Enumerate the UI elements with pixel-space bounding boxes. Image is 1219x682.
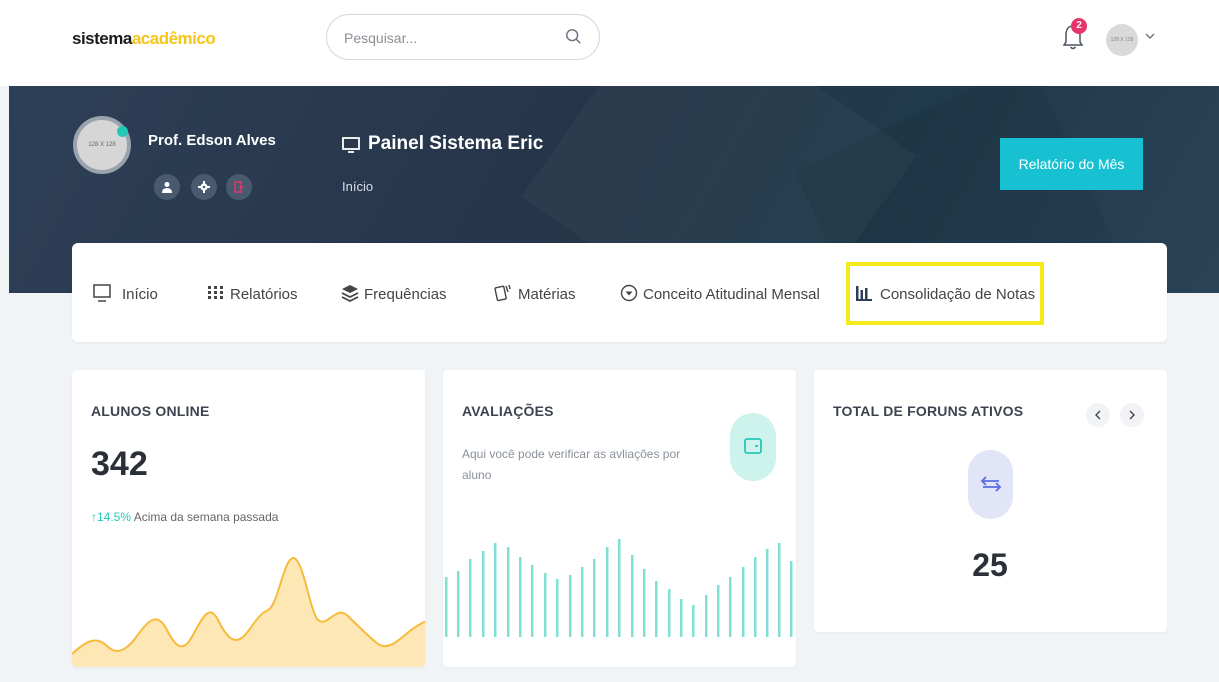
chart-bar [507,547,510,637]
chart-bar [668,589,671,637]
chart-bar [544,573,547,637]
nav-item-consolidacao-notas[interactable]: Consolidação de Notas [854,283,1044,307]
card-title: AVALIAÇÕES [462,403,554,419]
chart-bar [531,565,534,637]
profile-button[interactable] [154,174,180,200]
chart-bar [705,595,708,637]
logo-part-2: acadêmico [131,29,216,48]
chart-bar [618,539,621,637]
page-title-text: Painel Sistema Eric [368,133,544,154]
nav-item-label: Frequências [364,286,447,303]
chart-bar [643,569,646,637]
area-fill [72,557,425,667]
breadcrumb[interactable]: Início [342,179,373,194]
chart-bar [556,579,559,637]
chart-bar [778,543,781,637]
nav-item-label: Início [122,286,158,303]
foruns-count: 25 [972,547,1008,583]
grid-icon [208,286,223,299]
nav-item-label: Matérias [518,286,576,303]
search-icon[interactable] [565,28,583,46]
nav-item-label: Consolidação de Notas [880,286,1036,303]
profile-name: Prof. Edson Alves [148,132,276,149]
bar-chart-icon [856,286,872,301]
monitor-icon [93,284,111,302]
wallet-icon [744,438,762,454]
avaliacoes-bar-chart [445,539,793,637]
nav-item-frequencias[interactable]: Frequências [340,283,455,307]
chart-bar [606,547,609,637]
top-bar: sistemaacadêmico 2 128 X 128 [0,0,1219,86]
user-icon [162,182,172,193]
logout-icon [234,181,244,193]
monitor-icon [342,137,360,153]
card-alunos-online: ALUNOS ONLINE 342 ↑14.5% Acima da semana… [72,370,425,667]
cards-icon [494,284,511,302]
chart-bar [680,599,683,637]
chart-bar [717,585,720,637]
online-area-chart [72,557,425,667]
nav-item-label: Conceito Atitudinal Mensal [643,286,820,303]
chart-bar [494,543,497,637]
user-avatar[interactable]: 128 X 128 [1106,24,1138,56]
notification-badge: 2 [1071,18,1087,34]
card-title: TOTAL DE FORUNS ATIVOS [833,403,1024,419]
chart-bar [729,577,732,637]
chart-bar [655,581,658,637]
chevron-left-icon [1095,410,1101,420]
nav-item-label: Relatórios [230,286,298,303]
chart-bar [790,561,793,637]
card-avaliacoes: AVALIAÇÕES Aqui você pode verificar as a… [443,370,796,667]
settings-button[interactable] [191,174,217,200]
chart-bar [457,571,460,637]
chart-bar [631,555,634,637]
online-delta: ↑14.5% Acima da semana passada [91,510,278,524]
next-button[interactable] [1120,403,1144,427]
swap-badge [968,450,1013,519]
chart-bar [593,559,596,637]
swap-arrows-icon [980,476,1002,492]
search-input[interactable] [344,27,554,49]
chart-bar [519,557,522,637]
nav-item-inicio[interactable]: Início [92,283,172,307]
gear-icon [198,181,210,193]
chart-bar [742,567,745,637]
chart-bar [692,605,695,637]
delta-percent: 14.5% [97,510,132,524]
logo-part-1: sistema [72,29,132,48]
logout-button[interactable] [226,174,252,200]
layers-icon [341,285,359,303]
nav-item-conceito-atitudinal[interactable]: Conceito Atitudinal Mensal [619,283,820,307]
chart-bar [569,575,572,637]
wallet-badge[interactable] [730,413,776,481]
chevron-down-icon[interactable] [1144,30,1156,42]
chart-bar [754,557,757,637]
chevron-right-icon [1129,410,1135,420]
card-foruns-ativos: TOTAL DE FORUNS ATIVOS 25 [814,370,1167,632]
logo[interactable]: sistemaacadêmico [72,29,216,49]
monthly-report-button[interactable]: Relatório do Mês [1000,138,1143,190]
page-title: Painel Sistema Eric [342,133,543,155]
chart-bar [482,551,485,637]
chevron-circle-icon [620,284,638,302]
online-count: 342 [91,445,148,483]
main-nav: Início Relatórios Frequências Matérias C… [72,243,1167,342]
nav-item-materias[interactable]: Matérias [492,283,582,307]
card-title: ALUNOS ONLINE [91,403,210,419]
profile-avatar: 128 X 128 [73,116,131,174]
card-description: Aqui você pode verificar as avliações po… [462,447,681,482]
chart-bar [469,559,472,637]
prev-button[interactable] [1086,403,1110,427]
chart-bar [766,549,769,637]
nav-item-relatorios[interactable]: Relatórios [206,283,306,307]
delta-text: Acima da semana passada [133,510,279,524]
chart-bar [445,577,448,637]
online-status-dot [117,126,128,137]
search-box [326,14,600,60]
chart-bar [581,567,584,637]
